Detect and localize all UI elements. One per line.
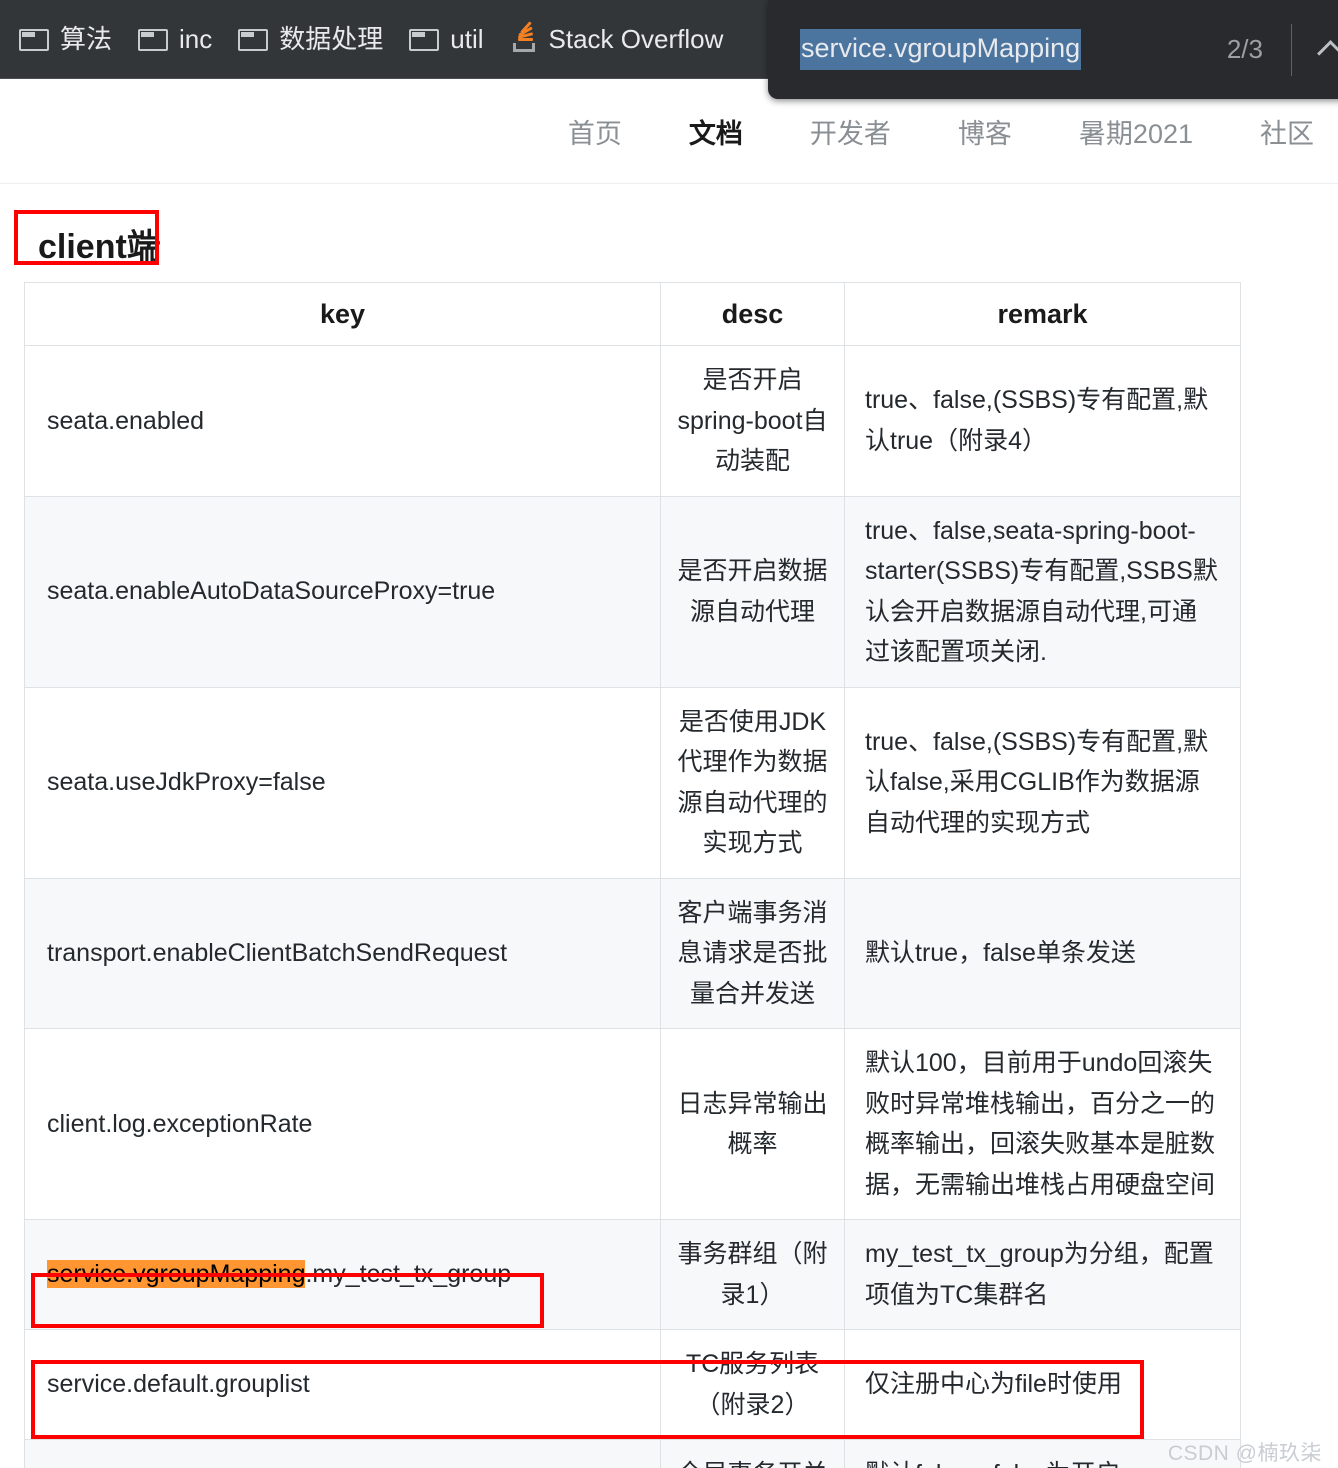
nav-item-developers[interactable]: 开发者 [810, 112, 891, 151]
table-row: transport.enableClientBatchSendRequest 客… [24, 877, 1241, 1029]
chevron-up-icon [1316, 39, 1338, 67]
cell-desc: 事务群组（附录1） [660, 1219, 845, 1330]
cell-remark: my_test_tx_group为分组，配置项值为TC集群名 [844, 1219, 1241, 1330]
folder-icon [409, 27, 440, 51]
cell-remark: true、false,(SSBS)专有配置,默认false,采用CGLIB作为数… [844, 686, 1241, 879]
bookmark-label: inc [179, 24, 213, 54]
cell-key: service.vgroupMapping.my_test_tx_group [24, 1219, 661, 1330]
page-title: client端 [38, 228, 161, 266]
folder-icon [138, 27, 169, 51]
find-previous-button[interactable] [1292, 0, 1338, 99]
table-row-grouplist: service.default.grouplist TC服务列表（附录2） 仅注… [24, 1329, 1241, 1440]
bookmark-item-util[interactable]: util [396, 20, 496, 58]
folder-icon [19, 27, 49, 51]
cell-remark: 默认true，false单条发送 [844, 877, 1241, 1029]
cell-key: seata.enableAutoDataSourceProxy=true [24, 495, 661, 688]
cell-key: seata.enabled [24, 345, 661, 497]
bookmark-label: util [450, 24, 484, 54]
cell-remark: 仅注册中心为file时使用 [844, 1329, 1241, 1440]
document-content: client端 key desc remark seata.enabled 是否… [0, 185, 1338, 1468]
table-row: client.log.exceptionRate 日志异常输出概率 默认100，… [24, 1028, 1241, 1220]
table-row: seata.enableAutoDataSourceProxy=true 是否开… [24, 495, 1241, 688]
bookmark-item-suanfa[interactable]: 算法 [6, 20, 125, 58]
csdn-watermark: CSDN @楠玖柒 [1167, 1442, 1322, 1465]
cell-key: client.log.exceptionRate [24, 1028, 661, 1220]
cell-key: seata.useJdkProxy=false [24, 686, 661, 879]
bookmark-item-shujuchuli[interactable]: 数据处理 [225, 20, 396, 58]
column-header-desc: desc [660, 282, 845, 346]
nav-item-home[interactable]: 首页 [568, 112, 622, 151]
bookmark-item-inc[interactable]: inc [125, 20, 225, 58]
column-header-remark: remark [844, 282, 1241, 346]
folder-icon [238, 27, 269, 51]
table-row: seata.enabled 是否开启spring-boot自动装配 true、f… [24, 345, 1241, 497]
find-match-highlight: service.vgroupMapping [47, 1260, 306, 1289]
bookmark-item-stack-overflow[interactable]: Stack Overflow [497, 20, 737, 58]
table-row-vgroup-mapping: service.vgroupMapping.my_test_tx_group 事… [24, 1219, 1241, 1330]
nav-item-summer2021[interactable]: 暑期2021 [1079, 112, 1193, 151]
cell-desc: 是否使用JDK代理作为数据源自动代理的实现方式 [660, 686, 845, 879]
table-header-row: key desc remark [24, 282, 1241, 346]
cell-key [24, 1439, 661, 1468]
client-config-table: key desc remark seata.enabled 是否开启spring… [24, 282, 1241, 1468]
cell-key-suffix: .my_test_tx_group [305, 1260, 512, 1289]
cell-desc: 客户端事务消息请求是否批量合并发送 [660, 877, 845, 1029]
cell-desc: 日志异常输出概率 [660, 1028, 845, 1220]
bookmark-label: 数据处理 [279, 24, 384, 54]
find-input[interactable]: service.vgroupMapping [800, 29, 1082, 70]
cell-desc: 是否开启数据源自动代理 [660, 495, 845, 688]
cell-remark: 默认100，目前用于undo回滚失败时异常堆栈输出，百分之一的概率输出，回滚失败… [844, 1028, 1241, 1220]
bookmark-label: 算法 [60, 24, 113, 54]
nav-item-docs[interactable]: 文档 [689, 112, 743, 151]
table-row-partial: 全局事务开关 默认false。false为开启 [24, 1439, 1241, 1468]
cell-remark: true、false,(SSBS)专有配置,默认true（附录4） [844, 345, 1241, 497]
cell-desc: TC服务列表（附录2） [660, 1329, 845, 1440]
cell-desc: 是否开启spring-boot自动装配 [660, 345, 845, 497]
find-match-count: 2/3 [1226, 34, 1263, 64]
find-in-page-bar: service.vgroupMapping 2/3 [768, 0, 1338, 99]
nav-item-blog[interactable]: 博客 [958, 112, 1012, 151]
cell-key: transport.enableClientBatchSendRequest [24, 877, 661, 1029]
column-header-key: key [24, 282, 661, 346]
cell-remark: true、false,seata-spring-boot-starter(SSB… [844, 495, 1241, 688]
cell-desc: 全局事务开关 [660, 1439, 845, 1468]
nav-item-community[interactable]: 社区 [1260, 112, 1314, 151]
bookmark-label: Stack Overflow [548, 24, 724, 54]
cell-key: service.default.grouplist [24, 1329, 661, 1440]
table-row: seata.useJdkProxy=false 是否使用JDK代理作为数据源自动… [24, 686, 1241, 879]
stack-overflow-icon [510, 21, 538, 52]
